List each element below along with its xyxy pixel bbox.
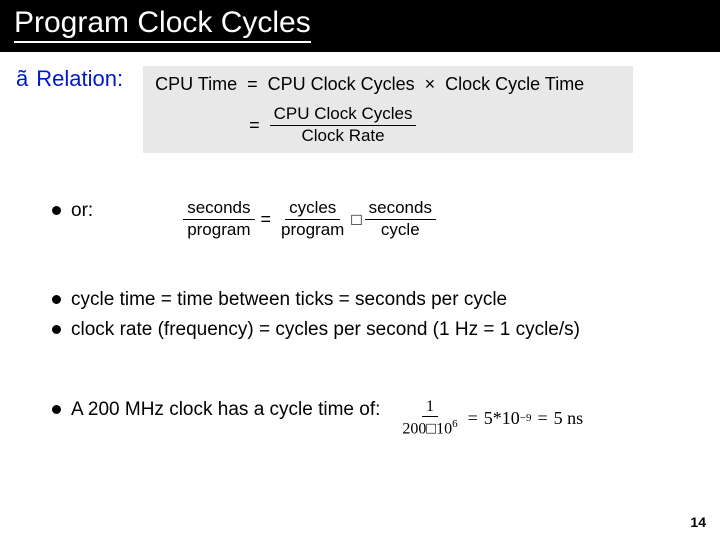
sub-bullet-list: or: seconds program = cycles program □ s… [16,199,704,438]
example-formula: 1 200□106 = 5 * 10−9 = 5 ns [398,398,583,439]
equals-icon: = [249,115,260,136]
rhs-exp: −9 [520,412,532,424]
equals-icon: = [261,209,272,230]
fraction: 1 200□106 [398,398,461,439]
frac-den: Clock Rate [297,126,388,146]
frac-den: program [183,220,254,240]
bullet-dot-icon [52,405,61,414]
clock-rate-def-row: clock rate (frequency) = cycles per seco… [52,318,704,342]
slide-body: ã Relation: CPU Time = CPU Clock Cycles … [0,52,720,438]
formula-line-2: = CPU Clock Cycles Clock Rate [243,105,621,145]
example-text: A 200 MHz clock has a cycle time of: [71,398,380,422]
star-icon: * [493,408,502,429]
frac-num: 1 [422,398,438,418]
fraction: CPU Clock Cycles Clock Rate [270,105,417,145]
top-bullet-glyph: ã [16,66,28,92]
den-b: 10 [436,421,452,438]
clock-rate-def: clock rate (frequency) = cycles per seco… [71,318,580,342]
bullet-dot-icon [52,325,61,334]
equals-icon: = [247,74,258,95]
frac-den: program [277,220,348,240]
placeholder-box-icon: □ [351,210,361,230]
slide: Program Clock Cycles ã Relation: CPU Tim… [0,0,720,540]
bullet-dot-icon [52,295,61,304]
den-exp: 6 [452,418,458,430]
equals-icon: = [537,408,547,429]
bullet-dot-icon [52,206,61,215]
placeholder-box-icon: □ [426,421,436,438]
fraction: seconds cycle [365,199,436,239]
fraction: seconds program [183,199,254,239]
frac-num: CPU Clock Cycles [270,105,417,126]
frac-num: seconds [183,199,254,220]
f1-rhs-b: Clock Cycle Time [445,74,584,95]
or-formula: seconds program = cycles program □ secon… [183,199,436,239]
frac-num: seconds [365,199,436,220]
slide-title: Program Clock Cycles [0,0,720,52]
example-row: A 200 MHz clock has a cycle time of: 1 2… [52,398,704,439]
page-number: 14 [690,514,706,530]
den-a: 200 [402,421,426,438]
cycle-time-def: cycle time = time between ticks = second… [71,288,507,312]
f1-lhs: CPU Time [155,74,237,95]
rhs-b: 10 [502,408,520,429]
frac-den: 200□106 [398,417,461,438]
formula-box: CPU Time = CPU Clock Cycles × Clock Cycl… [143,66,633,153]
formula-line-1: CPU Time = CPU Clock Cycles × Clock Cycl… [155,74,621,95]
frac-den: cycle [377,220,424,240]
slide-title-text: Program Clock Cycles [14,6,311,43]
relation-label: Relation: [36,66,123,92]
times-icon: × [425,74,436,95]
rhs-a: 5 [484,408,493,429]
relation-row: ã Relation: CPU Time = CPU Clock Cycles … [16,66,704,153]
fraction: cycles program [277,199,348,239]
or-label: or: [71,199,93,223]
frac-num: cycles [285,199,340,220]
rhs-val: 5 ns [554,408,584,429]
or-row: or: seconds program = cycles program □ s… [52,199,704,239]
equals-icon: = [468,408,478,429]
f1-rhs-a: CPU Clock Cycles [268,74,415,95]
cycle-time-def-row: cycle time = time between ticks = second… [52,288,704,312]
